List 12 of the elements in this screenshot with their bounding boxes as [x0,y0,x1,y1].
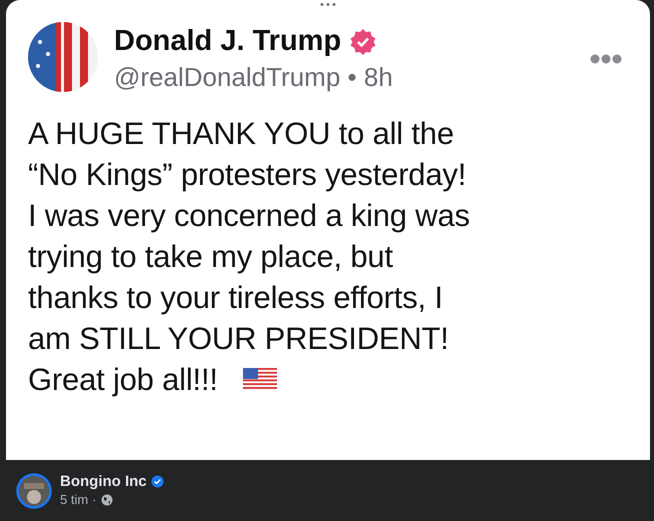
more-icon[interactable] [590,54,622,64]
more-icon[interactable] [320,2,336,7]
post-time: 8h [364,62,393,92]
globe-icon [100,494,113,506]
avatar[interactable] [16,472,52,508]
author-name[interactable]: Donald J. Trump [114,26,342,58]
separator: · [92,490,97,508]
post-time[interactable]: 5 tim [60,490,88,508]
author-handle: @realDonaldTrump [114,62,340,92]
page-name[interactable]: Bongino Inc [60,472,147,490]
separator: • [348,62,357,92]
post-text: A HUGE THANK YOU to all the “No Kings” protesters yesterday! I was very concerned a king was trying to take my place, but thanks to your tireless efforts, I am STILL YOUR PRESIDENT! Great job all!!! [28,115,471,400]
